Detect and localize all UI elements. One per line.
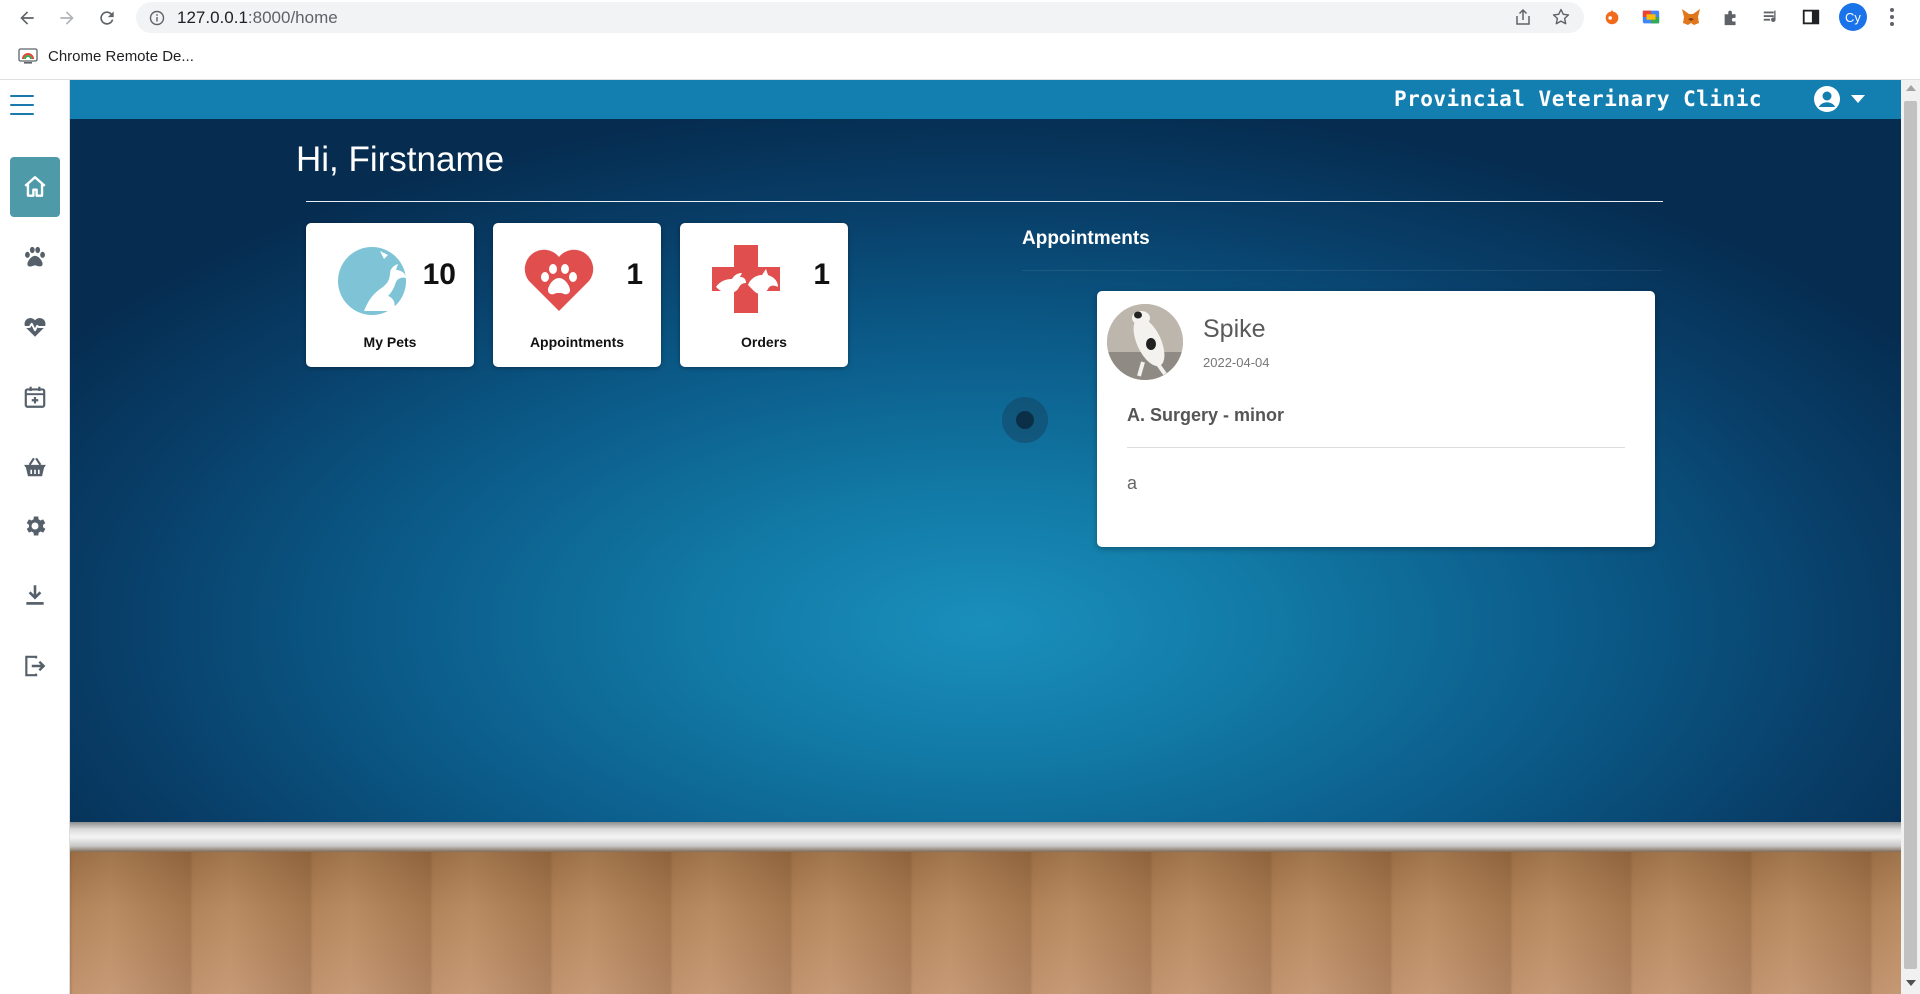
- scroll-up-arrow-icon[interactable]: [1906, 85, 1916, 91]
- greeting-heading: Hi, Firstname: [296, 140, 505, 179]
- stat-count: 1: [626, 258, 643, 291]
- metamask-fox-icon[interactable]: [1680, 6, 1702, 28]
- media-queue-icon[interactable]: [1760, 6, 1782, 28]
- timeline-marker-dot: [1016, 411, 1034, 429]
- bookmark-star-icon[interactable]: [1551, 7, 1571, 27]
- stat-card-appointments[interactable]: 1 Appointments: [493, 223, 661, 367]
- profile-avatar[interactable]: Cy: [1839, 3, 1867, 31]
- user-circle-icon: [1814, 86, 1840, 112]
- calendar-plus-icon: [24, 386, 46, 408]
- pet-name: Spike: [1203, 315, 1266, 343]
- header-divider: [306, 201, 1663, 202]
- url-text: 127.0.0.1:8000/home: [177, 8, 338, 28]
- download-icon: [26, 585, 44, 605]
- share-icon[interactable]: [1513, 7, 1533, 27]
- top-navbar: Provincial Veterinary Clinic: [70, 80, 1901, 119]
- extension-orange-icon[interactable]: [1601, 6, 1623, 28]
- sidebar-item-download[interactable]: [10, 565, 60, 625]
- baseboard: [70, 822, 1901, 852]
- clinic-name: Provincial Veterinary Clinic: [1393, 87, 1762, 111]
- arrow-left-icon: [20, 11, 34, 25]
- hamburger-menu-icon[interactable]: [10, 95, 34, 115]
- scroll-thumb[interactable]: [1904, 101, 1917, 969]
- chrome-remote-desktop-icon: [18, 48, 38, 64]
- bookmark-chrome-remote[interactable]: Chrome Remote De...: [18, 47, 194, 65]
- browser-menu-icon[interactable]: [1882, 6, 1902, 28]
- stat-count: 1: [813, 258, 830, 291]
- main-content: Provincial Veterinary Clinic Hi, Firstna…: [70, 80, 1901, 994]
- caret-down-icon: [1851, 95, 1865, 103]
- appointment-divider: [1127, 447, 1625, 448]
- medical-cross-pets-icon: [712, 245, 780, 313]
- page-scrollbar[interactable]: [1901, 80, 1920, 994]
- pet-avatar: [1107, 304, 1183, 380]
- stat-label: My Pets: [363, 334, 417, 350]
- appointment-date: 2022-04-04: [1203, 355, 1270, 370]
- puzzle-extensions-icon[interactable]: [1720, 6, 1742, 28]
- logout-icon: [25, 655, 46, 677]
- sidebar: [0, 80, 70, 994]
- stat-card-orders[interactable]: 1 Orders: [680, 223, 848, 367]
- scroll-down-arrow-icon[interactable]: [1906, 980, 1916, 986]
- url-path: :8000/home: [247, 7, 338, 27]
- appointment-card[interactable]: Spike 2022-04-04 A. Surgery - minor a: [1097, 291, 1655, 547]
- stat-label: Orders: [741, 334, 787, 350]
- extension-colorful-icon[interactable]: [1640, 6, 1662, 28]
- heart-paw-icon: [524, 249, 594, 311]
- stat-card-my-pets[interactable]: 10 My Pets: [306, 223, 474, 367]
- stat-count: 10: [422, 258, 456, 291]
- stat-label: Appointments: [529, 334, 625, 350]
- sidebar-item-book-appointment[interactable]: [10, 367, 60, 427]
- forward-button[interactable]: [52, 3, 82, 33]
- sidebar-item-orders[interactable]: [10, 437, 60, 497]
- sidebar-item-home[interactable]: [10, 157, 60, 217]
- sidebar-item-settings[interactable]: [10, 496, 60, 556]
- appointments-section-title: Appointments: [1022, 228, 1150, 249]
- info-icon[interactable]: [149, 10, 165, 26]
- url-host: 127.0.0.1: [177, 7, 248, 27]
- wood-floor: [70, 852, 1901, 994]
- home-icon: [24, 176, 46, 197]
- reload-button[interactable]: [92, 3, 122, 33]
- gear-icon: [26, 516, 46, 536]
- appointment-type: A. Surgery - minor: [1127, 405, 1285, 425]
- section-divider: [1022, 270, 1662, 271]
- side-panel-icon[interactable]: [1800, 6, 1822, 28]
- browser-toolbar: 127.0.0.1:8000/home Cy: [0, 0, 1920, 35]
- timeline-marker: [1002, 397, 1048, 443]
- bookmark-label: Chrome Remote De...: [48, 47, 194, 65]
- bookmarks-bar: Chrome Remote De...: [0, 35, 1920, 80]
- back-button[interactable]: [12, 3, 42, 33]
- user-menu[interactable]: [1813, 85, 1865, 113]
- pets-globe-icon: [338, 247, 406, 315]
- reload-icon: [100, 11, 114, 25]
- paw-icon: [25, 246, 45, 267]
- heartbeat-icon: [24, 318, 46, 337]
- arrow-right-icon: [60, 11, 74, 25]
- address-bar[interactable]: 127.0.0.1:8000/home: [136, 2, 1584, 33]
- pet-photo-dog-icon: [1107, 304, 1183, 380]
- sidebar-item-logout[interactable]: [10, 636, 60, 696]
- sidebar-item-health[interactable]: [10, 297, 60, 357]
- basket-icon: [24, 457, 46, 477]
- appointment-note: a: [1127, 473, 1138, 493]
- sidebar-item-pets[interactable]: [10, 227, 60, 287]
